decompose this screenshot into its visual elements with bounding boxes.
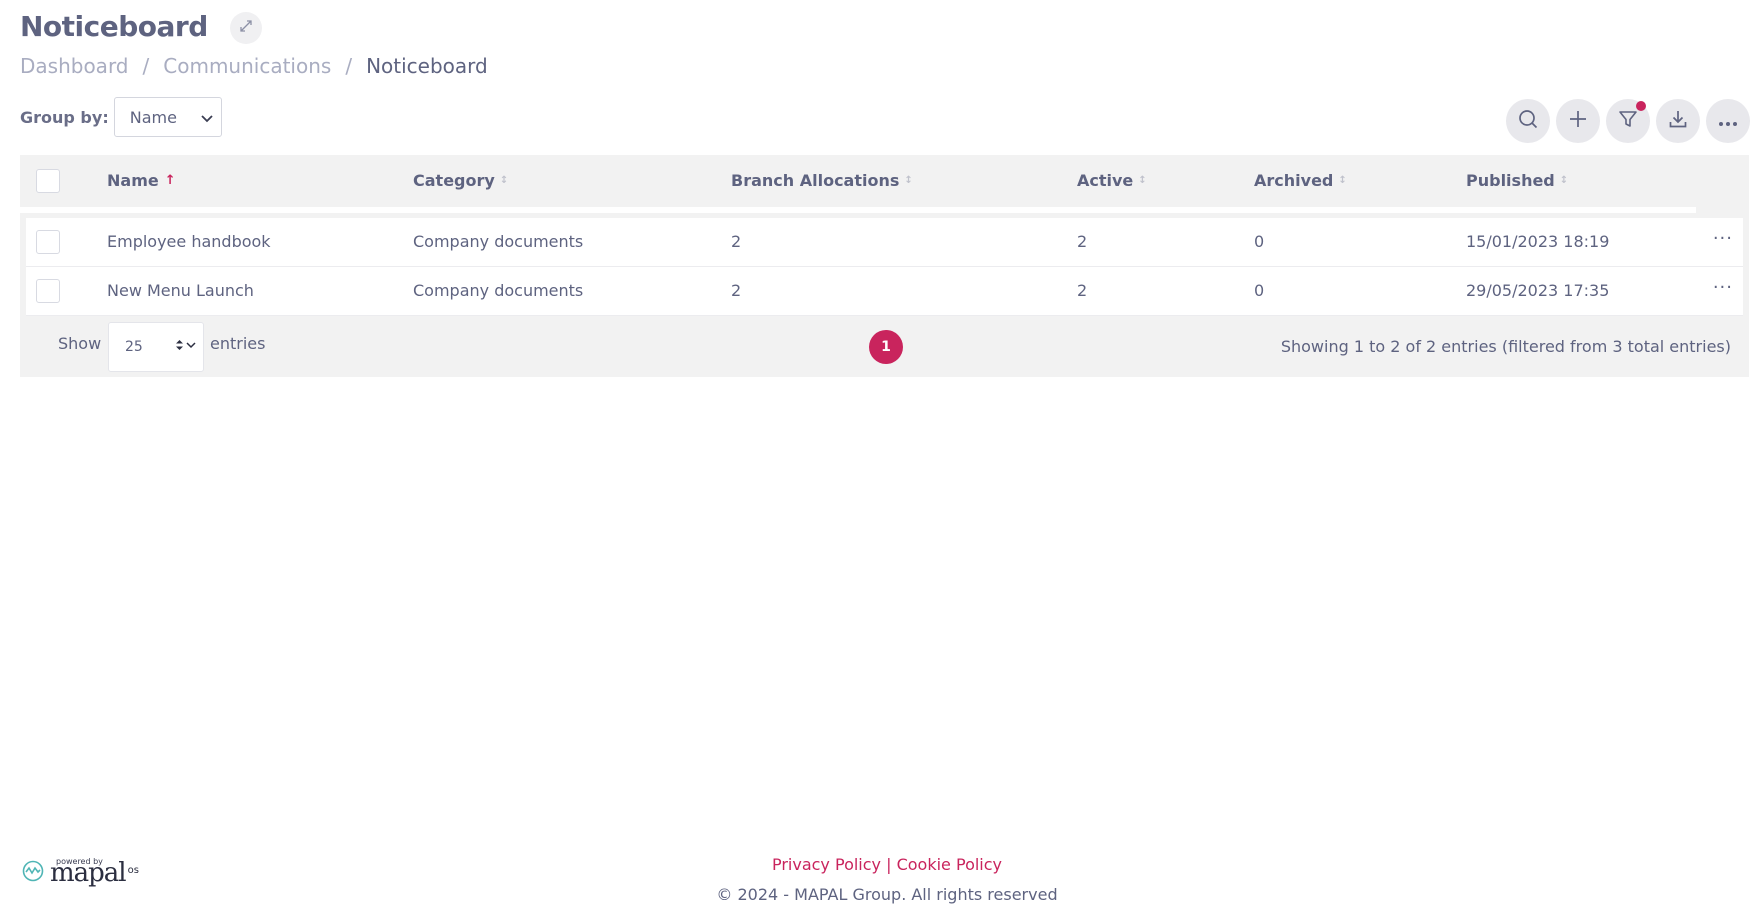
cell-name[interactable]: New Menu Launch [107,281,254,300]
breadcrumb-separator: / [345,54,353,78]
sort-icon: ↕ [499,175,509,186]
expand-icon [238,18,254,38]
cell-category: Company documents [413,232,584,251]
brand-suffix: os [127,865,139,876]
table-header: Name ↑ Category ↕ Branch Allocations ↕ A… [20,155,1749,207]
column-label: Active [1077,171,1134,190]
horizontal-scrollbar[interactable] [20,207,1696,213]
cell-name[interactable]: Employee handbook [107,232,271,251]
cell-branch-allocations: 2 [731,232,742,251]
column-label: Archived [1254,171,1334,190]
row-actions-icon[interactable]: ··· [1713,228,1733,249]
chevron-down-icon [201,108,213,127]
cell-published: 29/05/2023 17:35 [1466,281,1610,300]
cell-category: Company documents [413,281,584,300]
powered-by-label: powered by [56,857,103,866]
breadcrumb: Dashboard / Communications / Noticeboard [20,54,488,78]
cookie-policy-link[interactable]: Cookie Policy [897,855,1002,874]
link-separator: | [886,855,892,874]
cell-active: 2 [1077,232,1088,251]
cell-published: 15/01/2023 18:19 [1466,232,1610,251]
show-label: Show [58,334,102,353]
privacy-policy-link[interactable]: Privacy Policy [772,855,881,874]
brand-logo: powered by mapal os [22,857,139,886]
legal-links: Privacy Policy | Cookie Policy [0,855,1758,874]
group-by-value: Name [129,107,177,127]
column-header-published[interactable]: Published ↕ [1466,171,1568,190]
cell-archived: 0 [1254,281,1265,300]
sort-ascending-icon: ↑ [164,173,176,188]
filter-icon [1618,109,1638,133]
column-header-archived[interactable]: Archived ↕ [1254,171,1347,190]
group-by-select[interactable]: Name [113,97,222,137]
filter-active-badge [1636,101,1646,111]
expand-button[interactable] [229,12,262,44]
more-button[interactable] [1706,99,1750,143]
breadcrumb-communications[interactable]: Communications [163,54,331,78]
column-label: Published [1466,171,1555,190]
more-icon [1718,112,1738,131]
sort-icon: ↕ [1138,175,1147,186]
toolbar [1506,99,1750,143]
cell-active: 2 [1077,281,1088,300]
page-length-select[interactable]: 25 [108,322,204,372]
column-header-name[interactable]: Name ↑ [107,171,176,190]
column-label: Branch Allocations [731,171,900,190]
row-actions-icon[interactable]: ··· [1713,277,1733,298]
sort-icon: ↕ [904,175,913,186]
copyright: © 2024 - MAPAL Group. All rights reserve… [716,885,1058,904]
title-row: Noticeboard [20,8,262,44]
sort-icon: ↕ [1559,175,1569,186]
data-table: Name ↑ Category ↕ Branch Allocations ↕ A… [20,155,1749,377]
table-row[interactable]: Employee handbook Company documents 2 2 … [26,218,1743,267]
download-icon [1668,109,1688,133]
plus-icon [1568,109,1588,133]
select-arrows-icon [175,338,197,356]
column-header-active[interactable]: Active ↕ [1077,171,1147,190]
add-button[interactable] [1556,99,1600,143]
row-checkbox[interactable] [36,230,60,254]
breadcrumb-separator: / [142,54,150,78]
column-label: Category [413,171,495,190]
pagination-info: Showing 1 to 2 of 2 entries (filtered fr… [1280,337,1731,356]
page-title: Noticeboard [20,9,208,43]
cell-branch-allocations: 2 [731,281,742,300]
page-button-current[interactable]: 1 [869,330,903,364]
select-all-checkbox[interactable] [36,169,60,193]
table-footer: Show 25 entries 1 Showing 1 to 2 of 2 en… [20,315,1749,377]
row-checkbox[interactable] [36,279,60,303]
filter-button[interactable] [1606,99,1650,143]
search-icon [1518,109,1538,133]
sort-icon: ↕ [1338,175,1347,186]
column-header-category[interactable]: Category ↕ [413,171,508,190]
search-button[interactable] [1506,99,1550,143]
table-row[interactable]: New Menu Launch Company documents 2 2 0 … [26,267,1743,316]
breadcrumb-dashboard[interactable]: Dashboard [20,54,129,78]
page-length-value: 25 [125,339,143,355]
column-header-branch-allocations[interactable]: Branch Allocations ↕ [731,171,913,190]
group-by-label: Group by: [20,107,109,127]
mapal-logo-icon [22,860,44,886]
column-label: Name [107,171,159,190]
cell-archived: 0 [1254,232,1265,251]
breadcrumb-current: Noticeboard [366,54,488,78]
download-button[interactable] [1656,99,1700,143]
group-by: Group by: Name [20,97,222,137]
entries-label: entries [210,334,266,353]
